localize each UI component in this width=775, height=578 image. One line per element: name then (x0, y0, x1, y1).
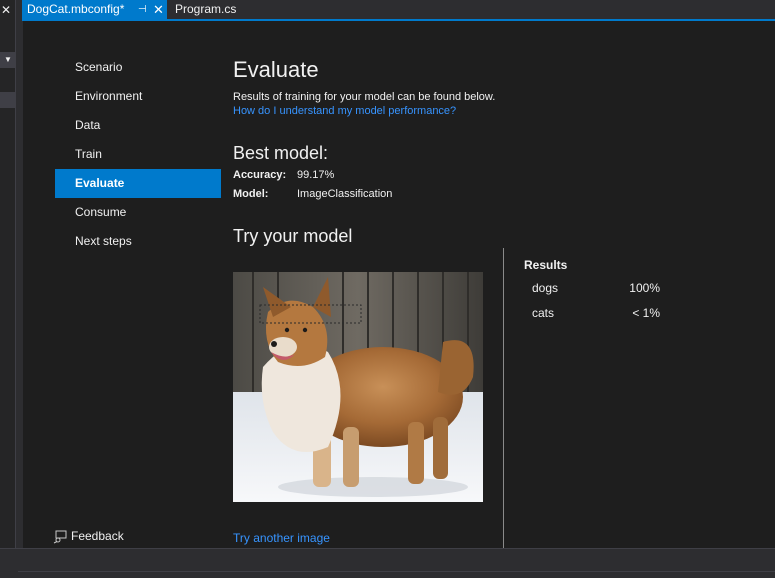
nav-item-next-steps[interactable]: Next steps (55, 227, 221, 256)
results-title: Results (524, 258, 568, 272)
tab-program-cs[interactable]: Program.cs (170, 0, 250, 19)
nav-item-label: Evaluate (75, 176, 125, 190)
dropdown-button[interactable]: ▼ (0, 52, 15, 68)
accuracy-label: Accuracy: (233, 169, 287, 181)
close-icon[interactable]: ✕ (1, 4, 11, 16)
step-nav: Scenario Environment Data Train Evaluate… (55, 53, 221, 256)
page-subtitle: Results of training for your model can b… (233, 91, 496, 103)
feedback-button[interactable]: Feedback (53, 529, 124, 544)
best-model-heading: Best model: (233, 143, 329, 163)
result-value: < 1% (632, 306, 660, 320)
page-title: Evaluate (233, 57, 319, 82)
solution-explorer-strip: ✕ ▼ (0, 0, 16, 548)
accuracy-row: Accuracy: 99.17% (233, 169, 334, 181)
divider (18, 571, 775, 572)
nav-item-evaluate[interactable]: Evaluate (55, 169, 221, 198)
nav-item-label: Scenario (75, 60, 123, 74)
nav-item-label: Data (75, 118, 101, 132)
feedback-icon (53, 530, 67, 544)
chevron-down-icon: ▼ (4, 55, 12, 64)
tab-label: DogCat.mbconfig* (27, 2, 125, 16)
tab-label: Program.cs (175, 2, 237, 16)
result-value: 100% (629, 281, 660, 295)
result-label: cats (532, 306, 555, 320)
nav-item-scenario[interactable]: Scenario (55, 53, 221, 82)
bottom-panel-edge (0, 548, 775, 578)
nav-item-label: Consume (75, 205, 127, 219)
nav-item-data[interactable]: Data (55, 111, 221, 140)
model-label: Model: (233, 188, 269, 200)
tab-dogcat-mbconfig[interactable]: DogCat.mbconfig* ⊣ ✕ (22, 0, 167, 19)
try-model-heading: Try your model (233, 226, 353, 246)
nav-item-train[interactable]: Train (55, 140, 221, 169)
nav-item-consume[interactable]: Consume (55, 198, 221, 227)
dog-photo (233, 272, 483, 502)
try-another-image-link[interactable]: Try another image (233, 531, 330, 545)
results-divider (503, 248, 504, 554)
pin-icon[interactable]: ⊣ (138, 0, 147, 19)
nav-item-label: Environment (75, 89, 143, 103)
performance-help-link[interactable]: How do I understand my model performance… (233, 105, 456, 117)
feedback-label: Feedback (71, 529, 124, 543)
model-row: Model: ImageClassification (233, 188, 392, 200)
selected-tree-item[interactable] (0, 92, 15, 108)
model-value: ImageClassification (297, 188, 393, 200)
nav-item-environment[interactable]: Environment (55, 82, 221, 111)
nav-item-label: Train (75, 147, 102, 161)
accuracy-value: 99.17% (297, 169, 335, 181)
document-tab-bar: DogCat.mbconfig* ⊣ ✕ Program.cs (22, 0, 775, 20)
sample-dog-image (233, 272, 483, 502)
nav-item-label: Next steps (75, 234, 132, 248)
close-icon[interactable]: ✕ (153, 0, 164, 19)
result-label: dogs (532, 281, 559, 295)
